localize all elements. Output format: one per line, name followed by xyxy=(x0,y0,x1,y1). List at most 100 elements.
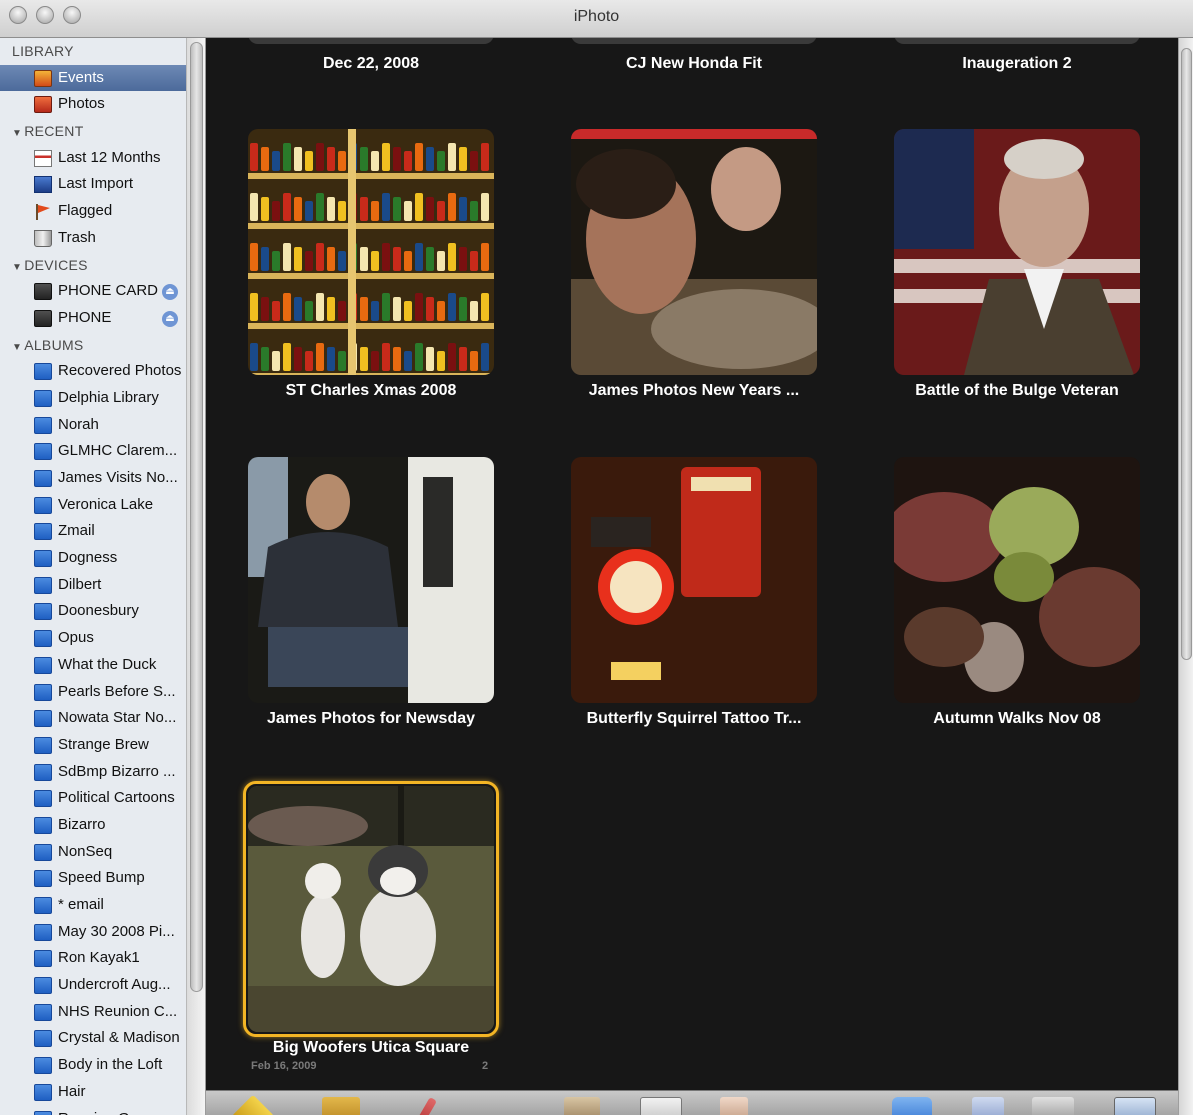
event-title[interactable]: James Photos New Years ... xyxy=(541,382,847,400)
sidebar-item[interactable]: Undercroft Aug... xyxy=(0,972,186,999)
sidebar-item[interactable]: Ron Kayak1 xyxy=(0,945,186,972)
sidebar-item[interactable]: Doonesbury xyxy=(0,598,186,625)
album-icon xyxy=(34,977,52,995)
event-title[interactable]: Battle of the Bulge Veteran xyxy=(864,382,1170,400)
sidebar-item[interactable]: Zmail xyxy=(0,518,186,545)
email-icon[interactable] xyxy=(972,1097,1004,1115)
sidebar-header-library: LIBRARY xyxy=(0,38,186,65)
album-icon xyxy=(34,1057,52,1075)
mobileme-icon[interactable] xyxy=(892,1097,932,1115)
sidebar-item-label: Recovered Photos xyxy=(58,362,182,380)
sidebar-item[interactable]: PHONE ⏏ xyxy=(0,305,186,332)
event-title[interactable]: CJ New Honda Fit xyxy=(541,55,847,73)
sidebar-item-label: Political Cartoons xyxy=(58,789,175,807)
sidebar-header-albums[interactable]: ▼ ALBUMS xyxy=(0,332,186,359)
sidebar-item[interactable]: What the Duck xyxy=(0,652,186,679)
event-thumbnail-image[interactable] xyxy=(894,129,1140,375)
event-thumbnail-image[interactable] xyxy=(571,38,817,44)
sidebar-item[interactable]: Speed Bump xyxy=(0,865,186,892)
album-icon xyxy=(34,443,52,461)
sidebar-item[interactable]: Body in the Loft xyxy=(0,1052,186,1079)
sidebar-item[interactable]: Hair xyxy=(0,1079,186,1106)
sidebar-item[interactable]: Dilbert xyxy=(0,572,186,599)
trash-icon xyxy=(34,229,52,247)
slideshow-icon[interactable] xyxy=(322,1097,360,1115)
sidebar-item[interactable]: Last Import xyxy=(0,171,186,198)
sidebar-item-label: Pearls Before S... xyxy=(58,682,176,700)
eject-icon[interactable]: ⏏ xyxy=(162,310,178,327)
album-icon xyxy=(34,576,52,594)
sidebar-item[interactable]: Political Cartoons xyxy=(0,785,186,812)
info-icon[interactable] xyxy=(231,1094,275,1115)
sidebar-item[interactable]: Running Group xyxy=(0,1106,186,1115)
sidebar-item[interactable]: Dogness xyxy=(0,545,186,572)
sidebar-item[interactable]: Bizarro xyxy=(0,812,186,839)
source-list-scrollbar[interactable] xyxy=(186,38,206,1115)
print-icon[interactable] xyxy=(1032,1097,1074,1115)
events-scrollbar[interactable] xyxy=(1178,38,1193,1115)
sidebar-item-label: Veronica Lake xyxy=(58,495,154,513)
sidebar-item[interactable]: Events xyxy=(0,64,186,92)
event-thumbnail-image[interactable] xyxy=(571,129,817,375)
sidebar-item[interactable]: Delphia Library xyxy=(0,385,186,412)
eject-icon[interactable]: ⏏ xyxy=(162,284,178,301)
album-icon xyxy=(34,763,52,781)
sidebar-item[interactable]: PHONE CARD ⏏ xyxy=(0,278,186,305)
card-icon[interactable] xyxy=(720,1097,748,1115)
sidebar-item[interactable]: Last 12 Months xyxy=(0,145,186,172)
album-icon xyxy=(34,816,52,834)
sidebar-item[interactable]: James Visits No... xyxy=(0,465,186,492)
events-scroll-thumb[interactable] xyxy=(1181,48,1192,660)
sidebar-item[interactable]: Recovered Photos xyxy=(0,358,186,385)
event-title[interactable]: Autumn Walks Nov 08 xyxy=(864,710,1170,728)
sidebar-item[interactable]: Photos xyxy=(0,91,186,118)
event-thumbnail-image[interactable] xyxy=(248,786,494,1032)
event-thumbnail-image[interactable] xyxy=(894,38,1140,44)
disclosure-triangle-icon[interactable]: ▼ xyxy=(12,262,22,273)
sidebar-item[interactable]: * email xyxy=(0,892,186,919)
sidebar-item-label: Bizarro xyxy=(58,815,106,833)
sidebar-item[interactable]: NHS Reunion C... xyxy=(0,999,186,1026)
sidebar-item[interactable]: Veronica Lake xyxy=(0,492,186,519)
event-thumbnail-image[interactable] xyxy=(894,457,1140,703)
calendar-project-icon[interactable] xyxy=(640,1097,682,1115)
event-thumbnail-image[interactable] xyxy=(248,457,494,703)
edit-icon[interactable] xyxy=(415,1097,437,1115)
sidebar-header-recent[interactable]: ▼ RECENT xyxy=(0,118,186,145)
sidebar-item[interactable]: GLMHC Clarem... xyxy=(0,438,186,465)
sidebar-item-label: SdBmp Bizarro ... xyxy=(58,762,176,780)
event-thumbnail-image[interactable] xyxy=(248,38,494,44)
sidebar-item[interactable]: Nowata Star No... xyxy=(0,705,186,732)
sidebar-item[interactable]: NonSeq xyxy=(0,839,186,866)
sidebar-item-label: Ron Kayak1 xyxy=(58,949,140,967)
sidebar-item-label: Last 12 Months xyxy=(58,148,161,166)
disclosure-triangle-icon[interactable]: ▼ xyxy=(12,128,22,139)
sidebar-item-label: Dogness xyxy=(58,549,118,567)
sidebar-item-label: Speed Bump xyxy=(58,869,145,887)
sidebar-item[interactable]: Crystal & Madison xyxy=(0,1025,186,1052)
album-icon xyxy=(34,656,52,674)
event-title[interactable]: Inaugeration 2 xyxy=(864,55,1170,73)
book-icon[interactable] xyxy=(564,1097,600,1115)
event-thumbnail-image[interactable] xyxy=(248,129,494,375)
event-title[interactable]: Dec 22, 2008 xyxy=(218,55,524,73)
sidebar-item[interactable]: Strange Brew xyxy=(0,732,186,759)
sidebar-item[interactable]: Pearls Before S... xyxy=(0,679,186,706)
event-thumbnail-image[interactable] xyxy=(571,457,817,703)
disclosure-triangle-icon[interactable]: ▼ xyxy=(12,342,22,353)
album-icon xyxy=(34,923,52,941)
sidebar-item-label: Events xyxy=(58,68,104,86)
sidebar-item[interactable]: Flagged xyxy=(0,198,186,225)
event-title[interactable]: ST Charles Xmas 2008 xyxy=(218,382,524,400)
sidebar-item[interactable]: Trash xyxy=(0,225,186,252)
sidebar-item[interactable]: SdBmp Bizarro ... xyxy=(0,759,186,786)
desktop-icon[interactable] xyxy=(1114,1097,1156,1115)
sidebar-item[interactable]: May 30 2008 Pi... xyxy=(0,919,186,946)
event-title[interactable]: Butterfly Squirrel Tattoo Tr... xyxy=(541,710,847,728)
sidebar-item[interactable]: Opus xyxy=(0,625,186,652)
event-title[interactable]: James Photos for Newsday xyxy=(218,710,524,728)
sidebar-header-devices[interactable]: ▼ DEVICES xyxy=(0,252,186,279)
event-title[interactable]: Big Woofers Utica Square xyxy=(218,1039,524,1057)
sidebar-item[interactable]: Norah xyxy=(0,412,186,439)
source-list-scroll-thumb[interactable] xyxy=(190,42,203,992)
